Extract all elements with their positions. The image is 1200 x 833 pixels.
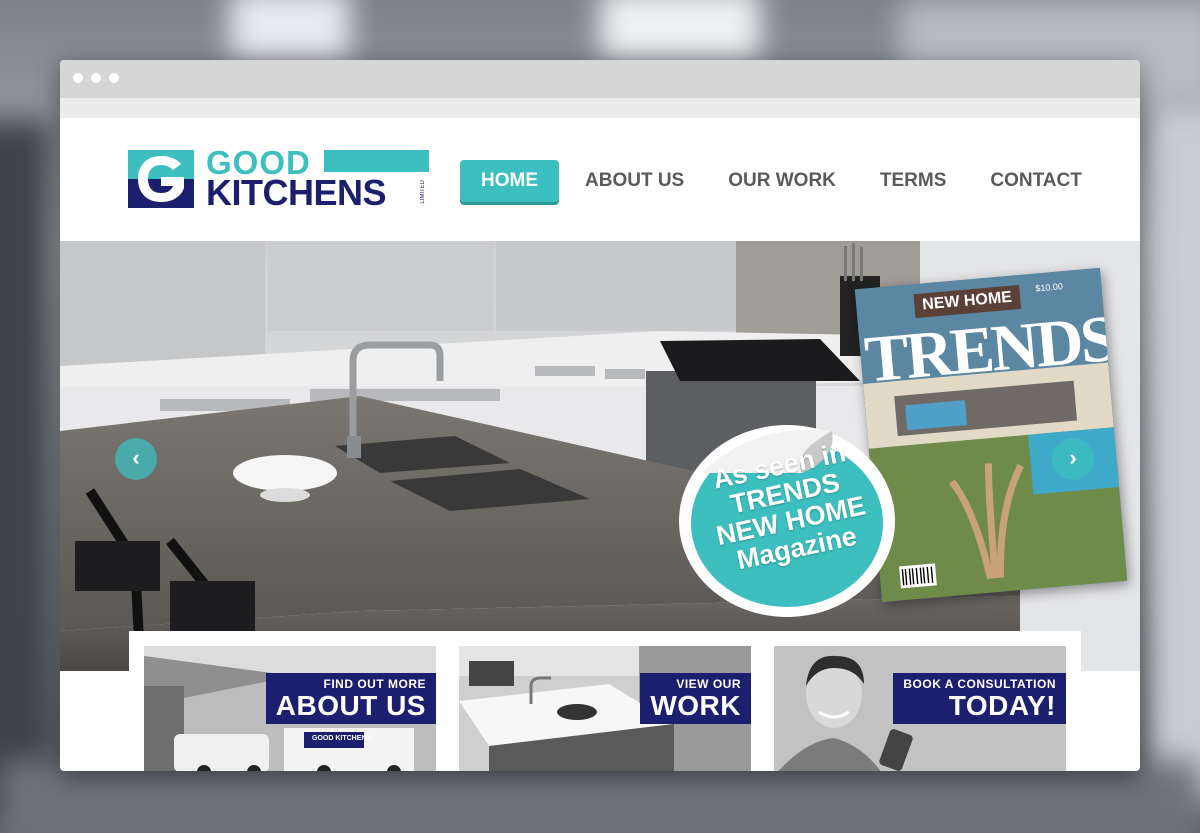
nav-item-contact[interactable]: CONTACT (968, 160, 1103, 202)
card-label-small: FIND OUT MORE (323, 677, 426, 691)
window-control-dot[interactable] (91, 73, 101, 83)
card-label-big: TODAY! (948, 690, 1056, 721)
site-header: GOOD KITCHENS LIMITED HOME ABOUT US OUR … (60, 118, 1140, 241)
nav-item-our-work[interactable]: OUR WORK (706, 160, 858, 202)
window-control-dot[interactable] (109, 73, 119, 83)
logo-word-kitchens: KITCHENS (206, 172, 387, 213)
nav-item-about-us[interactable]: ABOUT US (563, 160, 706, 202)
nav-item-terms[interactable]: TERMS (858, 160, 969, 202)
browser-toolbar (60, 98, 1140, 118)
card-book-consultation[interactable]: BOOK A CONSULTATION TODAY! (774, 646, 1066, 771)
card-label-big: ABOUT US (275, 690, 426, 721)
main-nav: HOME ABOUT US OUR WORK TERMS CONTACT (460, 160, 1104, 202)
card-our-work[interactable]: VIEW OUR WORK (459, 646, 751, 771)
card-consultation-label: BOOK A CONSULTATION TODAY! (893, 673, 1066, 724)
card-label-small: BOOK A CONSULTATION (903, 677, 1056, 691)
chevron-left-icon: ‹ (132, 445, 140, 470)
browser-titlebar (60, 60, 1140, 98)
chevron-right-icon: › (1069, 445, 1077, 470)
card-about-us-label: FIND OUT MORE ABOUT US (265, 673, 436, 724)
card-about-us[interactable]: GOOD KITCHENS FIND OUT MORE ABOUT US (144, 646, 436, 771)
van-logo-text: GOOD KITCHENS (312, 735, 372, 742)
slider-next-button[interactable]: › (1052, 438, 1094, 480)
logo-g-icon (128, 150, 194, 208)
card-our-work-label: VIEW OUR WORK (640, 673, 751, 724)
window-control-dot[interactable] (73, 73, 83, 83)
logo-limited-text: LIMITED (420, 180, 426, 204)
card-label-small: VIEW OUR (676, 677, 741, 691)
hero-slider: ‹ NEW HOME $10.00 TRENDS As seen in TREN… (60, 241, 1140, 671)
card-label-big: WORK (650, 690, 741, 721)
feature-cards: GOOD KITCHENS FIND OUT MORE ABOUT US VIE… (129, 631, 1081, 771)
slider-prev-button[interactable]: ‹ (115, 438, 157, 480)
site-logo[interactable]: GOOD KITCHENS LIMITED (128, 144, 430, 213)
browser-window: GOOD KITCHENS LIMITED HOME ABOUT US OUR … (60, 60, 1140, 771)
logo-accent-bar (324, 150, 429, 172)
nav-item-home[interactable]: HOME (460, 160, 559, 202)
